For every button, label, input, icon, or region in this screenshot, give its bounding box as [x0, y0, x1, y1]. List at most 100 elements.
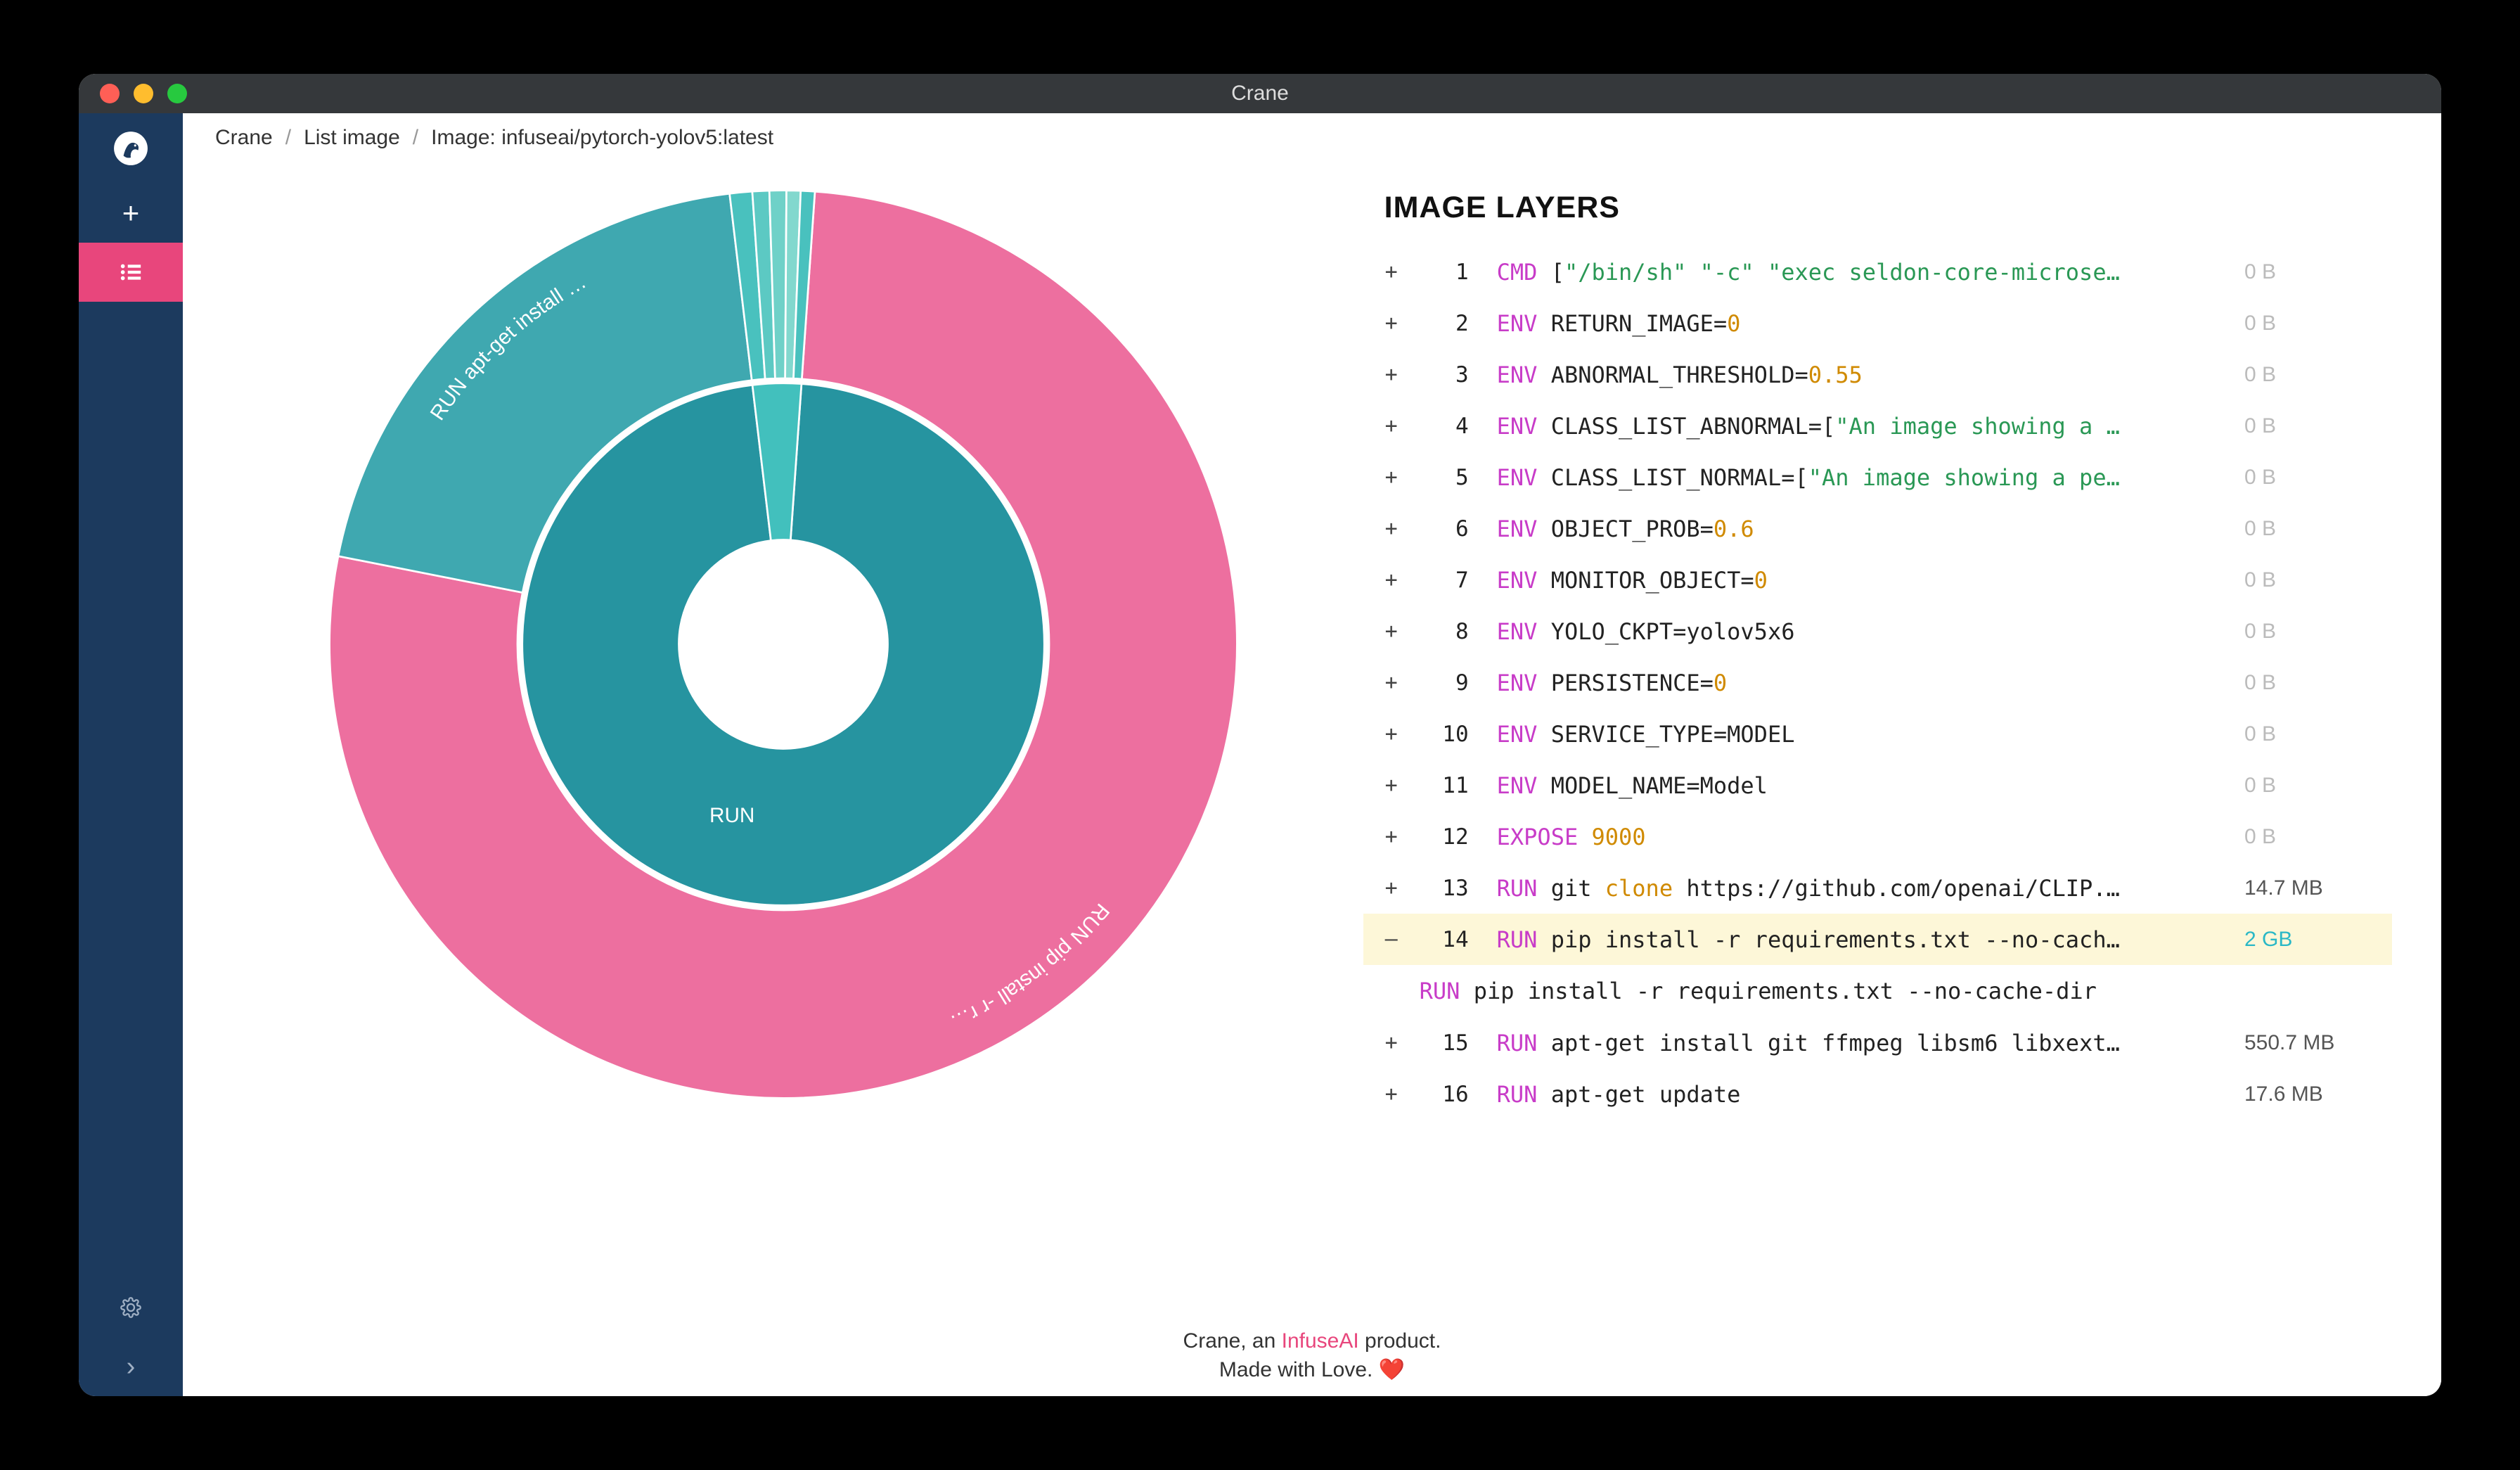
breadcrumb: Crane / List image / Image: infuseai/pyt… — [183, 113, 2441, 162]
layer-number: 4 — [1413, 414, 1476, 439]
main-panel: RUN pip install -r r…RUN apt-get install… — [211, 162, 2413, 1315]
layer-command: ENV MONITOR_OBJECT=0 — [1476, 567, 2237, 594]
crane-logo-icon — [112, 130, 149, 167]
layer-number: 14 — [1413, 927, 1476, 952]
layer-size: 550.7 MB — [2237, 1031, 2385, 1055]
layer-size: 0 B — [2237, 414, 2385, 438]
layer-size: 0 B — [2237, 825, 2385, 849]
layer-row[interactable]: +11ENV MODEL_NAME=Model0 B — [1363, 760, 2392, 811]
minimize-button[interactable] — [134, 84, 153, 103]
layer-size: 0 B — [2237, 517, 2385, 541]
expand-toggle[interactable]: + — [1370, 465, 1413, 490]
breadcrumb-sep-icon: / — [285, 126, 291, 150]
layer-command: ENV CLASS_LIST_ABNORMAL=["An image showi… — [1476, 413, 2237, 440]
layer-number: 3 — [1413, 362, 1476, 388]
layer-command: ENV MODEL_NAME=Model — [1476, 772, 2237, 799]
layer-size: 17.6 MB — [2237, 1082, 2385, 1106]
layer-row[interactable]: +2ENV RETURN_IMAGE=00 B — [1363, 298, 2392, 349]
layer-number: 15 — [1413, 1030, 1476, 1056]
gear-icon — [120, 1297, 141, 1318]
layer-row[interactable]: +3ENV ABNORMAL_THRESHOLD=0.550 B — [1363, 349, 2392, 400]
layer-command: ENV ABNORMAL_THRESHOLD=0.55 — [1476, 362, 2237, 388]
expand-toggle[interactable]: + — [1370, 414, 1413, 438]
layers-table: +1CMD ["/bin/sh" "-c" "exec seldon-core-… — [1363, 246, 2392, 1120]
layer-size: 0 B — [2237, 466, 2385, 490]
layer-row[interactable]: +9ENV PERSISTENCE=00 B — [1363, 657, 2392, 708]
app-logo[interactable] — [79, 113, 183, 184]
layer-row[interactable]: +7ENV MONITOR_OBJECT=00 B — [1363, 554, 2392, 606]
layer-number: 5 — [1413, 465, 1476, 490]
layer-detail: RUN pip install -r requirements.txt --no… — [1363, 965, 2392, 1017]
layer-size: 0 B — [2237, 312, 2385, 335]
layer-command: ENV SERVICE_TYPE=MODEL — [1476, 721, 2237, 748]
layer-row[interactable]: +4ENV CLASS_LIST_ABNORMAL=["An image sho… — [1363, 400, 2392, 452]
expand-toggle[interactable]: + — [1370, 568, 1413, 592]
expand-toggle[interactable]: – — [1370, 927, 1413, 952]
layer-command: CMD ["/bin/sh" "-c" "exec seldon-core-mi… — [1476, 259, 2237, 286]
layer-number: 12 — [1413, 824, 1476, 850]
titlebar: Crane — [79, 74, 2441, 113]
layer-row[interactable]: +13RUN git clone https://github.com/open… — [1363, 862, 2392, 914]
layer-size: 0 B — [2237, 620, 2385, 644]
close-button[interactable] — [100, 84, 120, 103]
layer-size: 2 GB — [2237, 928, 2385, 952]
sidebar: + › — [79, 113, 183, 1396]
content-area: Crane / List image / Image: infuseai/pyt… — [183, 113, 2441, 1396]
expand-toggle[interactable]: + — [1370, 670, 1413, 695]
expand-toggle[interactable]: + — [1370, 773, 1413, 798]
footer: Crane, an InfuseAI product. Made with Lo… — [183, 1315, 2441, 1396]
sidebar-item-collapse[interactable]: › — [79, 1337, 183, 1396]
layer-row[interactable]: +16RUN apt-get update17.6 MB — [1363, 1068, 2392, 1120]
layer-number: 1 — [1413, 260, 1476, 285]
layer-row[interactable]: +10ENV SERVICE_TYPE=MODEL0 B — [1363, 708, 2392, 760]
sidebar-item-list[interactable] — [79, 243, 183, 302]
layer-command: ENV PERSISTENCE=0 — [1476, 670, 2237, 696]
expand-toggle[interactable]: + — [1370, 1082, 1413, 1106]
footer-brand-link[interactable]: InfuseAI — [1282, 1329, 1359, 1353]
expand-toggle[interactable]: + — [1370, 1030, 1413, 1055]
breadcrumb-sep-icon: / — [413, 126, 418, 150]
expand-toggle[interactable]: + — [1370, 311, 1413, 335]
expand-toggle[interactable]: + — [1370, 619, 1413, 644]
layer-row[interactable]: +6ENV OBJECT_PROB=0.60 B — [1363, 503, 2392, 554]
image-layers-panel[interactable]: IMAGE LAYERS +1CMD ["/bin/sh" "-c" "exec… — [1356, 162, 2413, 1315]
layer-command: RUN apt-get install git ffmpeg libsm6 li… — [1476, 1030, 2237, 1056]
donut-chart[interactable]: RUN pip install -r r…RUN apt-get install… — [309, 170, 1258, 1119]
layer-row[interactable]: +1CMD ["/bin/sh" "-c" "exec seldon-core-… — [1363, 246, 2392, 298]
layer-row[interactable]: +12EXPOSE 90000 B — [1363, 811, 2392, 862]
breadcrumb-root[interactable]: Crane — [215, 126, 273, 150]
layer-command: ENV YOLO_CKPT=yolov5x6 — [1476, 618, 2237, 645]
layer-size: 0 B — [2237, 722, 2385, 746]
layer-command: RUN git clone https://github.com/openai/… — [1476, 875, 2237, 902]
layer-size: 0 B — [2237, 671, 2385, 695]
expand-toggle[interactable]: + — [1370, 722, 1413, 746]
layers-title: IMAGE LAYERS — [1363, 177, 2392, 246]
layer-number: 6 — [1413, 516, 1476, 542]
layer-number: 16 — [1413, 1082, 1476, 1107]
expand-toggle[interactable]: + — [1370, 362, 1413, 387]
layer-command: ENV OBJECT_PROB=0.6 — [1476, 516, 2237, 542]
breadcrumb-mid[interactable]: List image — [304, 126, 400, 150]
layer-command: ENV CLASS_LIST_NORMAL=["An image showing… — [1476, 464, 2237, 491]
expand-toggle[interactable]: + — [1370, 824, 1413, 849]
layer-row[interactable]: +15RUN apt-get install git ffmpeg libsm6… — [1363, 1017, 2392, 1068]
sidebar-item-add[interactable]: + — [79, 184, 183, 243]
expand-toggle[interactable]: + — [1370, 260, 1413, 284]
traffic-lights — [79, 84, 187, 103]
layer-row[interactable]: +8ENV YOLO_CKPT=yolov5x60 B — [1363, 606, 2392, 657]
app-window: Crane + — [79, 74, 2441, 1396]
layer-row[interactable]: +5ENV CLASS_LIST_NORMAL=["An image showi… — [1363, 452, 2392, 503]
expand-toggle[interactable]: + — [1370, 876, 1413, 900]
layer-row[interactable]: –14RUN pip install -r requirements.txt -… — [1363, 914, 2392, 965]
svg-text:RUN: RUN — [709, 804, 754, 827]
maximize-button[interactable] — [167, 84, 187, 103]
sidebar-item-settings[interactable] — [79, 1278, 183, 1337]
expand-toggle[interactable]: + — [1370, 516, 1413, 541]
layer-command: EXPOSE 9000 — [1476, 824, 2237, 850]
chevron-right-icon: › — [127, 1352, 136, 1382]
layer-size: 0 B — [2237, 260, 2385, 284]
layer-number: 11 — [1413, 773, 1476, 798]
layer-number: 13 — [1413, 876, 1476, 901]
body: + › — [79, 113, 2441, 1396]
layer-number: 7 — [1413, 568, 1476, 593]
